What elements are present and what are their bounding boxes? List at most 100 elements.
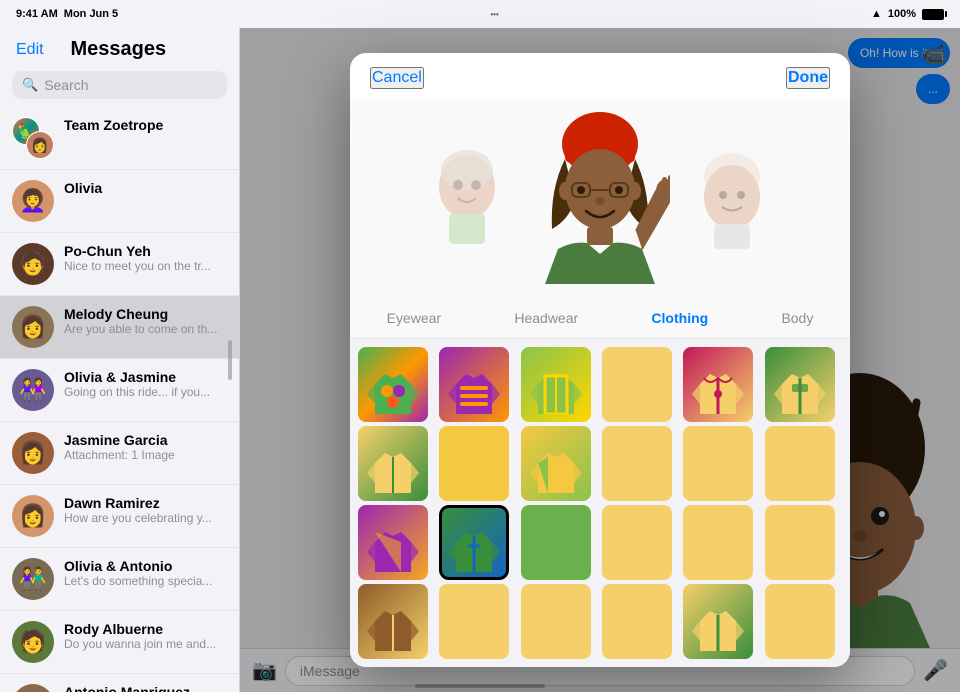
- conv-name: Olivia & Jasmine: [64, 369, 227, 385]
- tab-clothing[interactable]: Clothing: [641, 306, 718, 330]
- avatar: 👩: [12, 432, 54, 474]
- battery-label: 100%: [888, 8, 916, 20]
- status-time: 9:41 AM: [16, 8, 58, 20]
- clothing-item[interactable]: [358, 347, 428, 422]
- clothing-item[interactable]: [765, 426, 835, 501]
- done-button[interactable]: Done: [786, 67, 830, 89]
- avatar: 👩‍🦱: [12, 180, 54, 222]
- preview-left-svg: [425, 142, 510, 252]
- scroll-indicator: [228, 340, 232, 380]
- avatar: 👩: [12, 495, 54, 537]
- clothing-item[interactable]: [602, 505, 672, 580]
- conv-name: Rody Albuerne: [64, 621, 227, 637]
- clothing-item[interactable]: [765, 347, 835, 422]
- conv-preview: Are you able to come on th...: [64, 322, 227, 336]
- search-bar[interactable]: 🔍 Search: [12, 71, 227, 99]
- clothing-item[interactable]: [602, 347, 672, 422]
- battery-icon: [922, 9, 944, 20]
- tab-body[interactable]: Body: [771, 306, 823, 330]
- conv-name: Po-Chun Yeh: [64, 243, 227, 259]
- status-bar: 9:41 AM Mon Jun 5 ••• ▲ 100%: [0, 0, 960, 28]
- category-tabs: Eyewear Headwear Clothing Body: [350, 298, 850, 339]
- list-item[interactable]: 🧑 Po-Chun Yeh Nice to meet you on the tr…: [0, 233, 239, 296]
- clothing-item[interactable]: [683, 584, 753, 659]
- clothing-item[interactable]: [358, 505, 428, 580]
- clothing-item[interactable]: [521, 347, 591, 422]
- wifi-icon: ▲: [871, 8, 882, 20]
- tab-eyewear[interactable]: Eyewear: [377, 306, 451, 330]
- list-item[interactable]: 👫 Olivia & Antonio Let's do something sp…: [0, 548, 239, 611]
- avatar: 🧑: [12, 621, 54, 663]
- avatar: 🧑: [12, 684, 54, 692]
- status-center: •••: [490, 10, 498, 19]
- clothing-item[interactable]: [683, 426, 753, 501]
- conv-name: Jasmine Garcia: [64, 432, 227, 448]
- clothing-item-selected[interactable]: [439, 505, 509, 580]
- list-item[interactable]: 🦜 👩 Team Zoetrope: [0, 107, 239, 170]
- modal-header: Cancel Done: [350, 53, 850, 99]
- conv-name: Melody Cheung: [64, 306, 227, 322]
- conv-info: Jasmine Garcia Attachment: 1 Image: [64, 432, 227, 462]
- sidebar-header: Edit Messages: [0, 28, 239, 67]
- clothing-item[interactable]: [765, 584, 835, 659]
- tab-headwear[interactable]: Headwear: [504, 306, 588, 330]
- avatar: 👭: [12, 369, 54, 411]
- group-avatar: 🦜 👩: [12, 117, 54, 159]
- clothing-item[interactable]: [358, 584, 428, 659]
- list-item[interactable]: 👩‍🦱 Olivia: [0, 170, 239, 233]
- list-item[interactable]: 👩 Dawn Ramirez How are you celebrating y…: [0, 485, 239, 548]
- avatar: 👩: [12, 306, 54, 348]
- conv-info: Po-Chun Yeh Nice to meet you on the tr..…: [64, 243, 227, 273]
- preview-center-svg: [530, 109, 670, 284]
- clothing-item[interactable]: [765, 505, 835, 580]
- conv-name: Antonio Manriquez: [64, 684, 227, 692]
- clothing-item[interactable]: [439, 347, 509, 422]
- search-icon: 🔍: [22, 77, 38, 93]
- list-item[interactable]: 🧑 Rody Albuerne Do you wanna join me and…: [0, 611, 239, 674]
- modal-overlay: Cancel Done: [240, 28, 960, 692]
- list-item[interactable]: 👭 Olivia & Jasmine Going on this ride...…: [0, 359, 239, 422]
- clothing-item[interactable]: [439, 426, 509, 501]
- conv-info: Antonio Manriquez: [64, 684, 227, 692]
- list-item[interactable]: 👩 Jasmine Garcia Attachment: 1 Image: [0, 422, 239, 485]
- conv-name: Dawn Ramirez: [64, 495, 227, 511]
- preview-left: [425, 142, 510, 252]
- clothing-item[interactable]: [521, 584, 591, 659]
- sidebar: Edit Messages 🔍 Search 🦜 👩 Team: [0, 28, 240, 692]
- clothing-item[interactable]: [358, 426, 428, 501]
- list-item[interactable]: 🧑 Antonio Manriquez: [0, 674, 239, 692]
- conv-preview: How are you celebrating y...: [64, 511, 227, 525]
- status-right: ▲ 100%: [871, 8, 944, 20]
- conv-name: Olivia & Antonio: [64, 558, 227, 574]
- edit-button[interactable]: Edit: [16, 41, 44, 59]
- conv-name: Olivia: [64, 180, 227, 196]
- clothing-item[interactable]: [602, 584, 672, 659]
- status-left: 9:41 AM Mon Jun 5: [16, 8, 118, 20]
- preview-right-svg: [690, 142, 775, 252]
- preview-center: [530, 109, 670, 284]
- conversations-list: 🦜 👩 Team Zoetrope 👩‍🦱 Olivia: [0, 107, 239, 692]
- clothing-item[interactable]: [602, 426, 672, 501]
- clothing-item[interactable]: [521, 426, 591, 501]
- list-item[interactable]: 👩 Melody Cheung Are you able to come on …: [0, 296, 239, 359]
- cancel-button[interactable]: Cancel: [370, 67, 424, 89]
- conv-name: Team Zoetrope: [64, 117, 227, 133]
- avatar-2: 👩: [26, 131, 54, 159]
- avatar: 🧑: [12, 243, 54, 285]
- status-date: Mon Jun 5: [64, 8, 118, 20]
- conv-preview: Let's do something specia...: [64, 574, 227, 588]
- memoji-editor-modal: Cancel Done: [350, 53, 850, 667]
- clothing-item[interactable]: [683, 347, 753, 422]
- search-placeholder: Search: [44, 77, 88, 93]
- conv-preview: Do you wanna join me and...: [64, 637, 227, 651]
- clothing-item[interactable]: [439, 584, 509, 659]
- preview-area: [350, 99, 850, 298]
- preview-right: [690, 142, 775, 252]
- conv-info: Olivia: [64, 180, 227, 196]
- clothing-item[interactable]: [683, 505, 753, 580]
- clothing-item[interactable]: [521, 505, 591, 580]
- conv-info: Olivia & Jasmine Going on this ride... i…: [64, 369, 227, 399]
- conv-preview: Going on this ride... if you...: [64, 385, 227, 399]
- avatar: 👫: [12, 558, 54, 600]
- conv-info: Rody Albuerne Do you wanna join me and..…: [64, 621, 227, 651]
